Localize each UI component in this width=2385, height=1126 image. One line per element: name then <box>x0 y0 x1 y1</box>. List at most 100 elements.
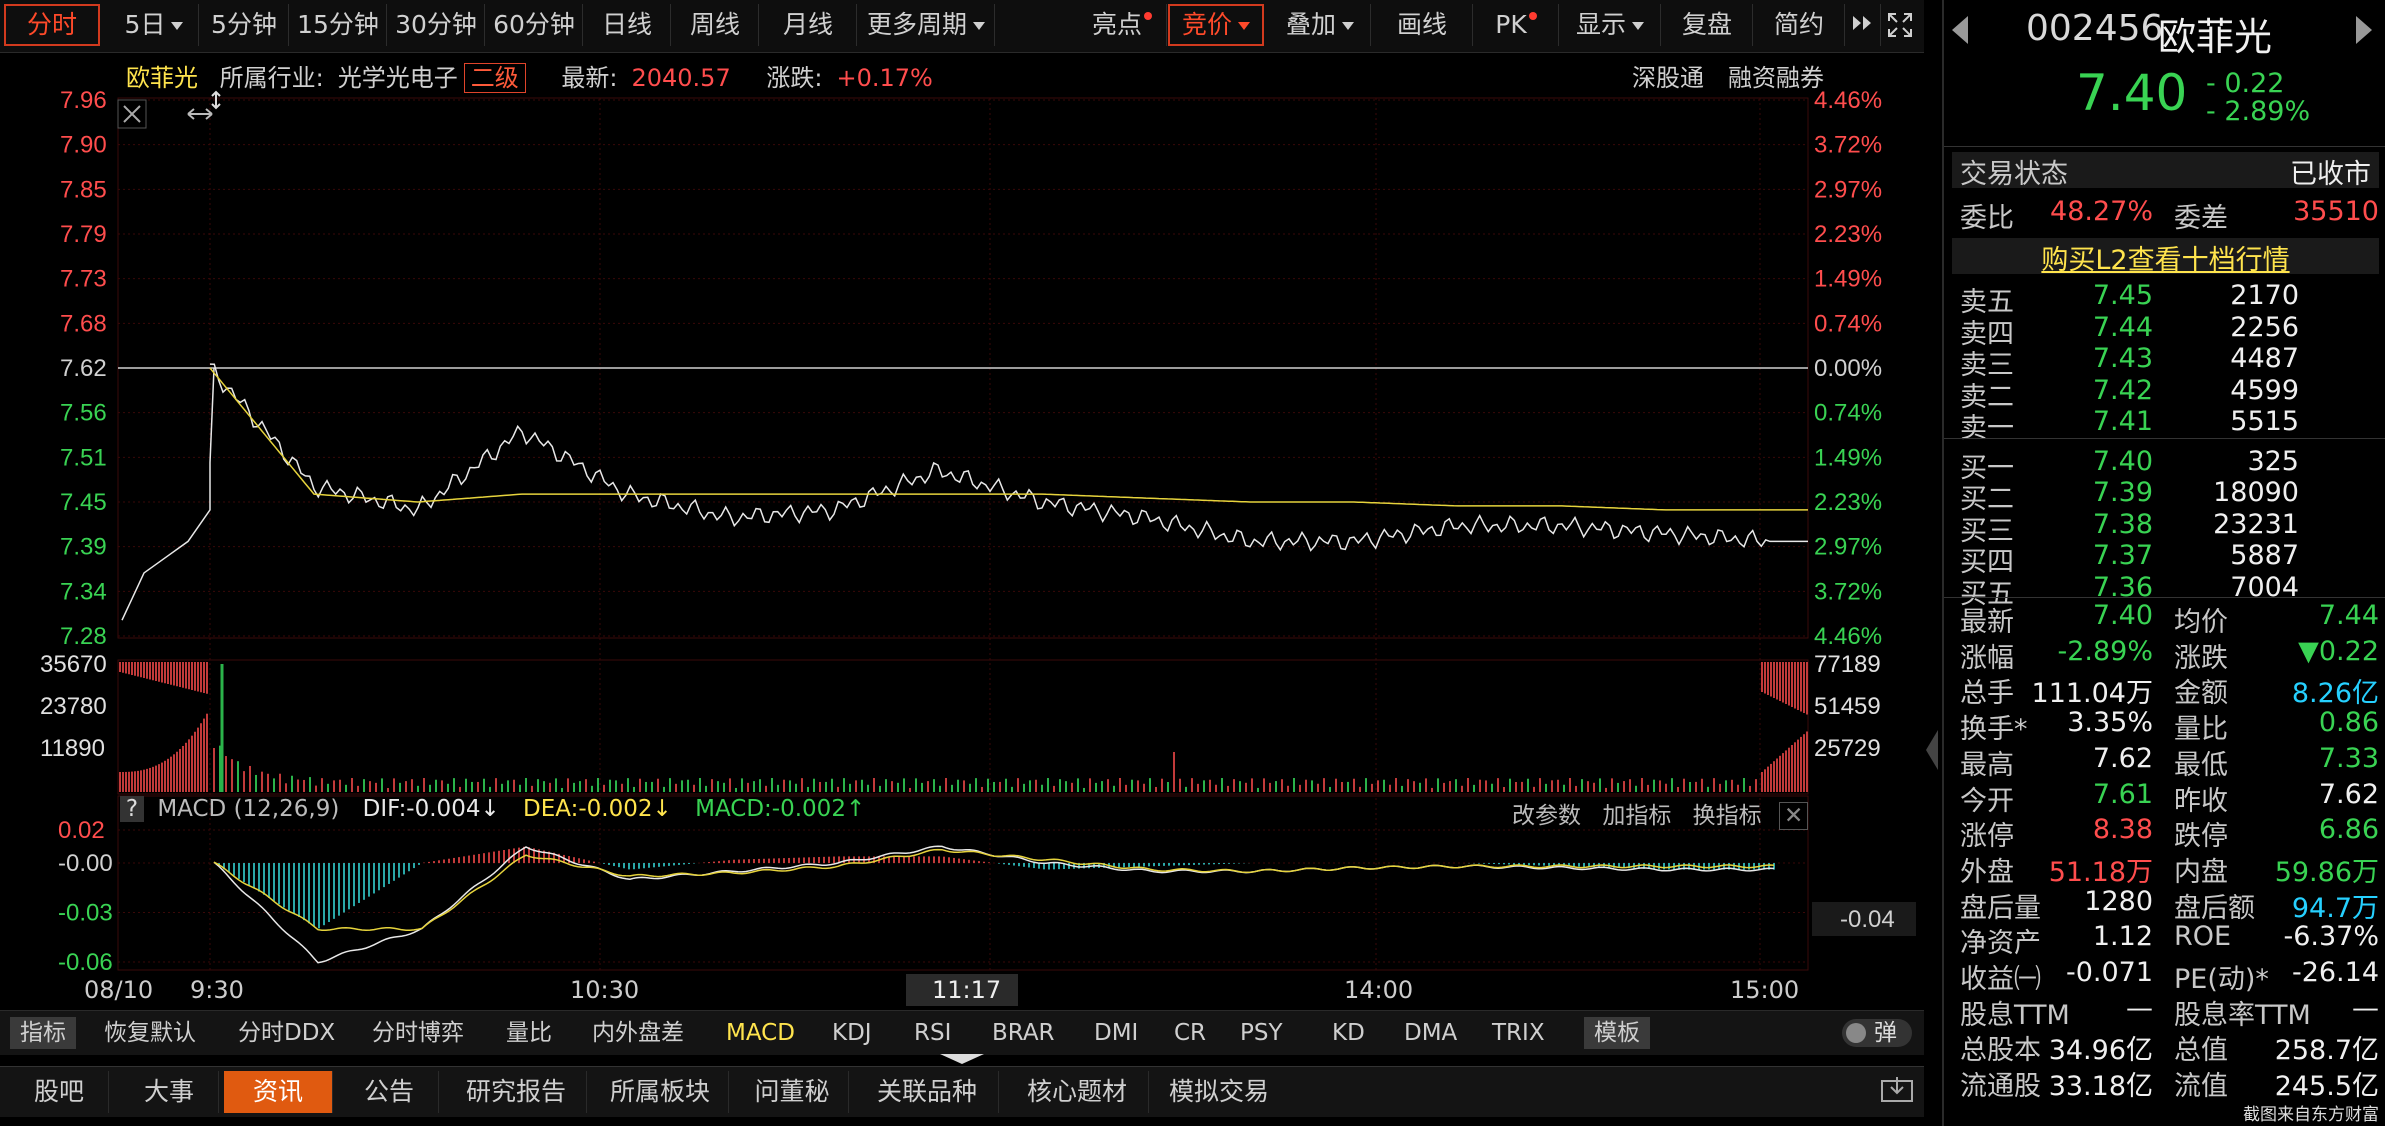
indicator-kd[interactable]: KD <box>1332 1017 1365 1049</box>
replay-button[interactable]: 复盘 <box>1662 4 1753 46</box>
stat-label: 最新 <box>1960 607 2014 638</box>
bid-row[interactable]: 买三 7.38 23231 <box>1952 509 2379 547</box>
tab-monthly[interactable]: 月线 <box>760 4 857 46</box>
indicator-trix[interactable]: TRIX <box>1492 1017 1545 1049</box>
tab-related[interactable]: 关联品种 <box>856 1071 999 1113</box>
highlight-button[interactable]: 亮点 <box>1078 4 1167 46</box>
weibi-label: 委比 <box>1960 203 2014 234</box>
ask-row[interactable]: 卖三 7.43 4487 <box>1952 343 2379 381</box>
collapse-arrow-icon[interactable] <box>940 1054 984 1064</box>
tab-15min-label: 15分钟 <box>297 10 379 39</box>
order-volume: 5515 <box>2230 406 2299 437</box>
tab-simulated-trade[interactable]: 模拟交易 <box>1156 1071 1282 1113</box>
tab-60min[interactable]: 60分钟 <box>486 4 583 46</box>
indicator-ddx[interactable]: 分时DDX <box>238 1017 335 1049</box>
indicator-brar[interactable]: BRAR <box>992 1017 1055 1049</box>
tab-themes[interactable]: 核心题材 <box>1006 1071 1149 1113</box>
pct-tick: 4.46% <box>1814 87 1882 114</box>
overlay-dropdown[interactable]: 叠加 <box>1270 4 1371 46</box>
divider <box>1944 438 2385 439</box>
indicator-kdj[interactable]: KDJ <box>832 1017 872 1049</box>
order-volume: 4599 <box>2230 374 2299 406</box>
overlay-label: 叠加 <box>1285 10 1336 39</box>
tab-intraday[interactable]: 分时 <box>4 4 100 46</box>
tab-daily-label: 日线 <box>601 10 652 39</box>
tab-daily[interactable]: 日线 <box>584 4 671 46</box>
tab-ask-secretary[interactable]: 问董秘 <box>736 1071 849 1113</box>
stat-value: 8.26亿 <box>2291 678 2379 710</box>
ask-row[interactable]: 卖一 7.41 5515 <box>1952 406 2379 444</box>
stat-value: — <box>2352 992 2379 1024</box>
order-price: 7.44 <box>2092 311 2153 343</box>
pk-button[interactable]: PK <box>1474 4 1559 46</box>
switch-indicator-button[interactable]: 换指标 <box>1693 803 1762 829</box>
tab-sectors[interactable]: 所属板块 <box>592 1071 729 1113</box>
ask-row[interactable]: 卖二 7.42 4599 <box>1952 374 2379 413</box>
time-label-date: 08/10 <box>84 976 154 1004</box>
tab-15min[interactable]: 15分钟 <box>290 4 387 46</box>
tab-news[interactable]: 资讯 <box>224 1071 333 1113</box>
intraday-chart[interactable]: 7.96 7.90 7.85 7.79 7.73 7.68 7.62 7.56 7.51 7.45… <box>0 52 1924 1010</box>
edit-params-button[interactable]: 改参数 <box>1512 803 1581 829</box>
indicator-menu-button[interactable]: 指标 <box>10 1017 76 1049</box>
stat-row: 收益㈠ -0.071 PE(动)* -26.14 <box>1952 957 2379 995</box>
bid-row[interactable]: 买一 7.40 325 <box>1952 446 2379 484</box>
tab-5day-label: 5日 <box>124 10 166 39</box>
restore-default-button[interactable]: 恢复默认 <box>104 1017 196 1049</box>
fast-forward-icon[interactable] <box>1846 4 1881 46</box>
tab-weekly[interactable]: 周线 <box>672 4 759 46</box>
tab-announcements[interactable]: 公告 <box>340 1071 439 1113</box>
close-icon[interactable] <box>123 105 141 123</box>
indicator-dmi[interactable]: DMI <box>1094 1017 1138 1049</box>
price-tick: 7.79 <box>60 221 107 248</box>
tab-5min[interactable]: 5分钟 <box>200 4 289 46</box>
display-dropdown[interactable]: 显示 <box>1560 4 1661 46</box>
indicator-psy[interactable]: PSY <box>1240 1017 1283 1049</box>
more-periods-dropdown[interactable]: 更多周期 <box>858 4 995 46</box>
volume-tick-right: 25729 <box>1814 735 1881 762</box>
indicator-cr[interactable]: CR <box>1174 1017 1206 1049</box>
draw-line-button[interactable]: 画线 <box>1372 4 1473 46</box>
pct-tick: 0.74% <box>1814 310 1882 337</box>
tab-30min[interactable]: 30分钟 <box>388 4 485 46</box>
download-icon[interactable] <box>1880 1075 1914 1105</box>
prev-stock-icon[interactable] <box>1952 16 1968 44</box>
ask-row[interactable]: 卖四 7.44 2256 <box>1952 311 2379 350</box>
weicha-value: 35510 <box>2293 196 2379 227</box>
tab-events[interactable]: 大事 <box>120 1071 219 1113</box>
fullscreen-icon[interactable] <box>1882 4 1918 46</box>
price-tick: 7.85 <box>60 176 107 203</box>
stat-value: -2.89% <box>2057 635 2153 667</box>
ask-row[interactable]: 卖五 7.45 2170 <box>1952 280 2379 318</box>
macd-title[interactable]: MACD (12,26,9) <box>157 796 339 822</box>
indicator-dma[interactable]: DMA <box>1404 1017 1457 1049</box>
indicator-macd[interactable]: MACD <box>726 1017 795 1049</box>
close-icon[interactable]: ✕ <box>1778 802 1809 830</box>
macd-tick: -0.03 <box>58 900 113 927</box>
buy-l2-link[interactable]: 购买L2查看十档行情 <box>1952 238 2379 276</box>
tab-5day[interactable]: 5日 <box>110 4 199 46</box>
status-row: 交易状态 已收市 <box>1952 152 2379 190</box>
template-button[interactable]: 模板 <box>1584 1017 1650 1049</box>
macd-tick: -0.00 <box>58 850 113 877</box>
indicator-game[interactable]: 分时博弈 <box>372 1017 464 1049</box>
stat-label: 换手* <box>1960 714 2028 746</box>
add-indicator-button[interactable]: 加指标 <box>1602 803 1671 829</box>
auction-dropdown[interactable]: 竞价 <box>1168 4 1264 46</box>
tab-forum[interactable]: 股吧 <box>10 1071 109 1113</box>
bid-row[interactable]: 买四 7.37 5887 <box>1952 540 2379 578</box>
simple-mode-button[interactable]: 简约 <box>1754 4 1845 46</box>
indicator-volume-ratio[interactable]: 量比 <box>506 1017 552 1049</box>
macd-dea: DEA:-0.002↓ <box>523 796 672 822</box>
stat-label: 股息TTM <box>1960 999 2070 1031</box>
panel-splitter-handle[interactable] <box>1926 730 1938 770</box>
popup-toggle[interactable]: 弹 <box>1842 1019 1912 1047</box>
help-icon[interactable]: ? <box>120 796 144 822</box>
bid-row[interactable]: 买二 7.39 18090 <box>1952 477 2379 515</box>
horizontal-resize-icon[interactable] <box>187 108 213 120</box>
tab-research[interactable]: 研究报告 <box>446 1071 587 1113</box>
next-stock-icon[interactable] <box>2356 16 2372 44</box>
indicator-in-out-diff[interactable]: 内外盘差 <box>592 1017 684 1049</box>
notification-dot-icon <box>1528 12 1537 20</box>
indicator-rsi[interactable]: RSI <box>914 1017 951 1049</box>
